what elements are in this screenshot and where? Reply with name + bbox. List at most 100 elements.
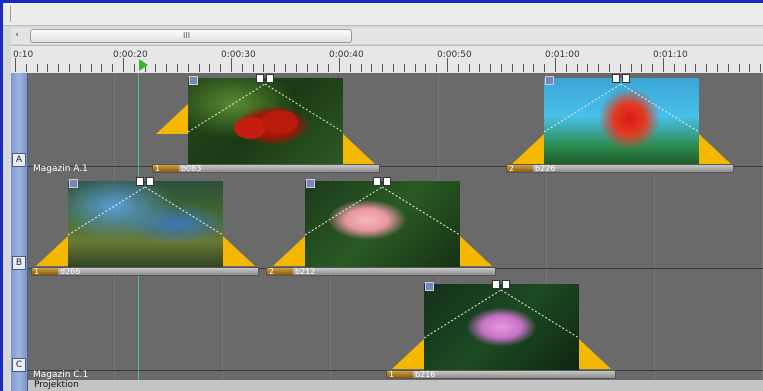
- clip-index: 1: [34, 267, 40, 276]
- clip-thumbnail: [424, 284, 579, 370]
- clip-bar[interactable]: 1 d266: [31, 267, 259, 276]
- ruler-tick: [641, 64, 643, 72]
- clip-index: 1: [389, 370, 395, 379]
- pin-marker[interactable]: [383, 177, 391, 186]
- ruler-tick: [241, 64, 243, 72]
- pin-marker[interactable]: [256, 74, 264, 83]
- clip-bar[interactable]: 1 b216: [386, 370, 616, 379]
- keyframe-marker[interactable]: [189, 76, 198, 85]
- ruler-tick: [479, 64, 481, 72]
- scroll-left-icon[interactable]: ‹: [11, 29, 23, 42]
- ruler-tick: [166, 64, 168, 72]
- ruler-tick: [501, 64, 502, 72]
- track-letter-b[interactable]: B: [12, 256, 26, 270]
- ruler-label: 0:00:50: [437, 50, 472, 60]
- ruler-tick: [619, 64, 621, 72]
- scrollbar-thumb[interactable]: [30, 29, 352, 43]
- ruler-tick: [101, 64, 103, 72]
- ruler-tick: [749, 64, 751, 72]
- ruler-tick: [306, 64, 308, 72]
- clip-name: b216: [415, 370, 436, 379]
- clip-bar[interactable]: 1 b083: [152, 164, 380, 173]
- ruler-tick: [425, 64, 427, 72]
- ruler-tick: [717, 64, 718, 72]
- clip-name: b212: [295, 267, 316, 276]
- ruler-tick: [69, 64, 70, 72]
- ruler-tick: [565, 64, 567, 72]
- clip-index: 2: [269, 267, 275, 276]
- ruler-tick: [112, 64, 114, 72]
- ruler-tick: [274, 64, 276, 72]
- clip-thumbnail: [68, 181, 223, 267]
- ruler-tick: [371, 64, 373, 72]
- timeline-tracks[interactable]: Magazin A.1 Magazin C.1 1 b083 2 b226 1 …: [28, 73, 763, 391]
- ruler-tick: [177, 64, 178, 72]
- fade-in[interactable]: [36, 236, 68, 266]
- pin-marker[interactable]: [373, 177, 381, 186]
- pin-marker[interactable]: [492, 280, 500, 289]
- ruler-tick: [47, 64, 49, 72]
- fade-out[interactable]: [699, 134, 731, 164]
- fade-out[interactable]: [223, 236, 255, 266]
- ruler-tick: [349, 64, 351, 72]
- clip-name: d266: [60, 267, 81, 276]
- ruler-label: 0:01:10: [653, 50, 688, 60]
- ruler-tick: [576, 64, 578, 72]
- pin-marker[interactable]: [622, 74, 630, 83]
- ruler-tick: [760, 64, 762, 72]
- clip-thumbnail: [188, 78, 343, 164]
- ruler-tick: [555, 58, 556, 72]
- ruler-tick: [339, 58, 340, 72]
- ruler-tick: [209, 64, 211, 72]
- ruler-tick: [738, 64, 740, 72]
- toolbar: [3, 3, 763, 26]
- ruler-tick: [90, 64, 92, 72]
- playhead-marker-icon[interactable]: [139, 59, 148, 71]
- timeline-window: ‹ III 0:10 0:00:20 0:00:30 0:00:40 0:00:…: [3, 3, 763, 391]
- pin-marker[interactable]: [502, 280, 510, 289]
- fade-out[interactable]: [460, 236, 492, 266]
- scrollbar-grip: III: [183, 31, 191, 40]
- ruler-tick: [587, 64, 589, 72]
- ruler-tick: [328, 64, 330, 72]
- fade-in[interactable]: [392, 339, 424, 369]
- track-letter-c[interactable]: C: [12, 358, 26, 372]
- fade-out[interactable]: [579, 339, 611, 369]
- track-header-panel: [11, 73, 28, 391]
- ruler-tick: [252, 64, 254, 72]
- keyframe-marker[interactable]: [306, 179, 315, 188]
- fade-in[interactable]: [512, 134, 544, 164]
- ruler-tick: [198, 64, 200, 72]
- toolbar-separator: [10, 6, 11, 22]
- track-letter-a[interactable]: A: [12, 153, 26, 167]
- clip-bar[interactable]: 2 b226: [506, 164, 734, 173]
- ruler-tick: [155, 64, 157, 72]
- ruler-tick: [544, 64, 546, 72]
- fade-out[interactable]: [343, 134, 375, 164]
- ruler-tick: [533, 64, 535, 72]
- ruler-tick: [663, 58, 664, 72]
- clip-bar[interactable]: 2 b212: [266, 267, 496, 276]
- keyframe-marker[interactable]: [545, 76, 554, 85]
- track-label-c: Magazin C.1: [33, 370, 89, 380]
- pin-marker[interactable]: [266, 74, 274, 83]
- status-bar: Projektion: [28, 380, 763, 391]
- ruler-tick: [285, 64, 286, 72]
- fade-in[interactable]: [156, 104, 188, 134]
- ruler-label: 0:00:30: [221, 50, 256, 60]
- ruler-tick: [457, 64, 459, 72]
- time-ruler[interactable]: 0:10 0:00:20 0:00:30 0:00:40 0:00:50 0:0…: [11, 45, 763, 74]
- ruler-tick: [673, 64, 675, 72]
- clip-index: 1: [155, 164, 161, 173]
- pin-marker[interactable]: [612, 74, 620, 83]
- pin-marker[interactable]: [146, 177, 154, 186]
- ruler-tick: [511, 64, 513, 72]
- status-label: Projektion: [34, 380, 79, 390]
- keyframe-marker[interactable]: [425, 282, 434, 291]
- ruler-tick: [436, 64, 438, 72]
- fade-in[interactable]: [273, 236, 305, 266]
- keyframe-marker[interactable]: [69, 179, 78, 188]
- pin-marker[interactable]: [136, 177, 144, 186]
- ruler-tick: [403, 64, 405, 72]
- ruler-tick: [317, 64, 319, 72]
